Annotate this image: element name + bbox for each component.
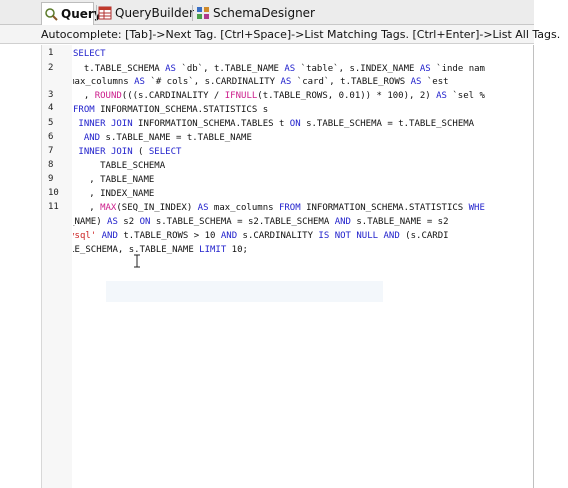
tab-divider — [96, 5, 97, 21]
code-line: FROM INFORMATION_SCHEMA.STATISTICS s — [73, 105, 269, 115]
code-line: , MAX(SEQ_IN_INDEX) AS max_columns FROM … — [73, 203, 485, 213]
tab-querybuilder-label: QueryBuilder — [115, 6, 194, 20]
code-line: TABLE_SCHEMA — [100, 161, 166, 171]
tab-bar: Query QueryBuilder SchemaDesigner — [0, 0, 534, 25]
code-line: , ROUND(((s.CARDINALITY / IFNULL(t.TABLE… — [73, 91, 485, 101]
code-line: t.TABLE_SCHEMA AS `db`, t.TABLE_NAME AS … — [83, 64, 485, 74]
query-icon — [44, 7, 58, 21]
code-line: AND s.TABLE_NAME = t.TABLE_NAME — [83, 133, 252, 143]
drag-preview-box — [106, 281, 383, 302]
autocomplete-hint: Autocomplete: [Tab]->Next Tag. [Ctrl+Spa… — [0, 25, 560, 44]
code-area[interactable]: SELECT t.TABLE_SCHEMA AS `db`, t.TABLE_N… — [73, 45, 533, 488]
code-line: SELECT — [73, 49, 106, 59]
sql-editor[interactable]: 1 2 3 4 5 6 7 8 9 10 11 SELECT t.TABLE_S… — [41, 45, 534, 488]
tab-query[interactable]: Query — [41, 2, 102, 25]
code-line: , TABLE_NAME — [73, 175, 155, 185]
line-number-gutter: 1 2 3 4 5 6 7 8 9 10 11 — [42, 45, 72, 488]
line-number: 2 — [48, 63, 54, 73]
tab-querybuilder[interactable]: QueryBuilder — [98, 2, 194, 24]
tab-schemadesigner-label: SchemaDesigner — [213, 6, 315, 20]
tab-schemadesigner[interactable]: SchemaDesigner — [196, 2, 315, 24]
text-cursor-icon — [133, 253, 141, 268]
code-line: INNER JOIN ( SELECT — [78, 147, 182, 157]
code-line: s.TABLE_SCHEMA, s.TABLE_NAME LIMIT 10; — [73, 245, 248, 255]
line-number: 9 — [48, 174, 54, 184]
code-line: != 'mysql' AND t.TABLE_ROWS > 10 AND s.C… — [73, 231, 449, 241]
code-line: , INDEX_NAME — [73, 189, 155, 199]
code-line: , s2.max_columns AS `# cols`, s.CARDINAL… — [73, 77, 449, 87]
tab-divider — [192, 5, 193, 21]
query-builder-icon — [98, 6, 112, 20]
line-number: 5 — [48, 118, 54, 128]
line-number: 3 — [48, 90, 54, 100]
line-number: 6 — [48, 132, 54, 142]
line-number: 4 — [48, 103, 54, 113]
schema-designer-icon — [196, 6, 210, 20]
line-number: 8 — [48, 160, 54, 170]
line-number: 11 — [48, 202, 59, 212]
code-line: INNER JOIN INFORMATION_SCHEMA.TABLES t O… — [78, 119, 475, 129]
line-number: 1 — [48, 48, 54, 58]
code-line: INDEX_NAME) AS s2 ON s.TABLE_SCHEMA = s2… — [73, 217, 449, 227]
line-number: 10 — [48, 188, 59, 198]
line-number: 7 — [48, 146, 54, 156]
